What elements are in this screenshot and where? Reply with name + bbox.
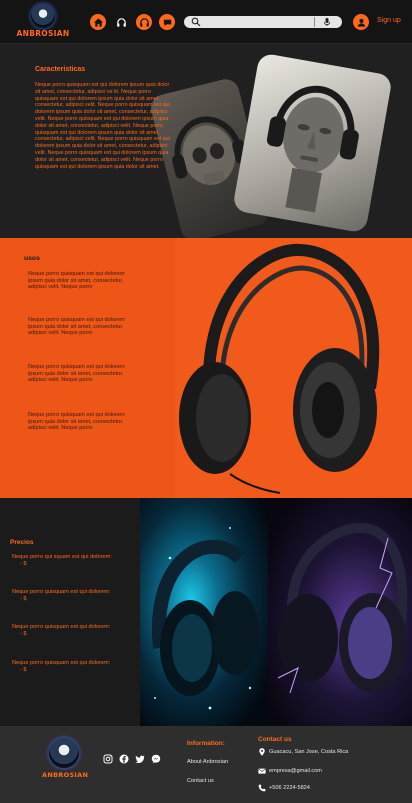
price-value: - $: [20, 595, 27, 602]
purple-headphones-image: [268, 498, 412, 726]
features-text: Neque porro quisquam est qui dolorem ips…: [35, 82, 170, 170]
search-bar: [184, 16, 342, 28]
price-item-text: Neque porro quisquam est qui dolorem:: [12, 589, 111, 595]
contact-link[interactable]: Contact us: [187, 778, 214, 784]
header: ANBROSIAN Sign up: [0, 0, 412, 44]
messenger-icon[interactable]: [151, 754, 161, 764]
mannequin-headphones-image: [232, 52, 393, 234]
phone-icon: [258, 784, 266, 792]
price-item: Neque porro quisquam est qui dolorem: - …: [12, 660, 127, 673]
uses-section: usos Neque porro quisquam est qui dolore…: [0, 238, 412, 498]
footer-logo[interactable]: ANBROSIAN: [42, 738, 89, 794]
search-icon[interactable]: [191, 17, 201, 27]
facebook-icon[interactable]: [119, 754, 129, 764]
contact-title: Contact us: [258, 736, 292, 743]
email-row: empresa@gmail.com: [258, 767, 322, 775]
skull-headphones-icon: [31, 4, 55, 28]
social-links: [103, 754, 161, 764]
features-title: Caracteristicas: [35, 66, 86, 73]
price-value: - $: [20, 666, 27, 673]
use-item: Neque porro quisquam est qui dolorem ips…: [28, 364, 125, 384]
skull-headphones-icon: [49, 738, 79, 768]
price-item-text: Neque porro qui squam est qui dolorem:: [12, 554, 112, 560]
home-icon[interactable]: [90, 14, 106, 30]
headphones-product-image: [179, 243, 380, 494]
email-icon: [258, 768, 266, 774]
location-pin-icon: [259, 748, 265, 756]
price-item-text: Neque porro quisquam est qui dolorem:: [12, 624, 111, 630]
twitter-icon[interactable]: [135, 754, 145, 764]
headset-support-icon[interactable]: [136, 14, 152, 30]
phone-row: +506 2224-5824: [258, 784, 310, 792]
email-text[interactable]: empresa@gmail.com: [269, 768, 322, 774]
headphones-icon[interactable]: [113, 14, 129, 30]
use-item: Neque porro quisquam est qui dolorem ips…: [28, 317, 125, 337]
price-value: - $: [20, 630, 27, 637]
search-divider: [314, 17, 315, 27]
address-row: Guacacu, San Jose, Costa Rica: [258, 748, 348, 756]
chat-icon[interactable]: [159, 14, 175, 30]
price-value: - $: [20, 560, 27, 567]
uses-title: usos: [24, 255, 40, 262]
brand-name: ANBROSIAN: [16, 29, 70, 38]
instagram-icon[interactable]: [103, 754, 113, 764]
use-item: Neque porro quisquam est qui dolorem ips…: [28, 271, 125, 291]
prices-section: Precios Neque porro qui squam est qui do…: [0, 498, 412, 726]
blue-headphones-image: [140, 498, 268, 726]
price-item: Neque porro quisquam est qui dolorem: - …: [12, 589, 127, 602]
footer: ANBROSIAN Information: About Anbrosian C…: [0, 726, 412, 803]
footer-brand-name: ANBROSIAN: [42, 771, 89, 779]
nav-icons: [90, 14, 175, 30]
user-account-icon[interactable]: [353, 14, 369, 30]
information-title: Information:: [187, 740, 225, 747]
phone-text[interactable]: +506 2224-5824: [269, 785, 310, 791]
search-input[interactable]: [204, 17, 314, 27]
brand-logo[interactable]: ANBROSIAN: [14, 4, 72, 40]
features-section: Caracteristicas Neque porro quisquam est…: [0, 45, 412, 244]
microphone-icon[interactable]: [322, 17, 332, 27]
about-link[interactable]: About Anbrosian: [187, 759, 228, 765]
price-item: Neque porro quisquam est qui dolorem: - …: [12, 624, 127, 637]
price-item: Neque porro qui squam est qui dolorem: -…: [12, 554, 127, 567]
sign-up-link[interactable]: Sign up: [377, 17, 401, 24]
address-text: Guacacu, San Jose, Costa Rica: [269, 749, 349, 755]
price-item-text: Neque porro quisquam est qui dolorem:: [12, 660, 111, 666]
prices-title: Precios: [10, 539, 34, 546]
use-item: Neque porro quisquam est qui dolorem ips…: [28, 412, 125, 432]
